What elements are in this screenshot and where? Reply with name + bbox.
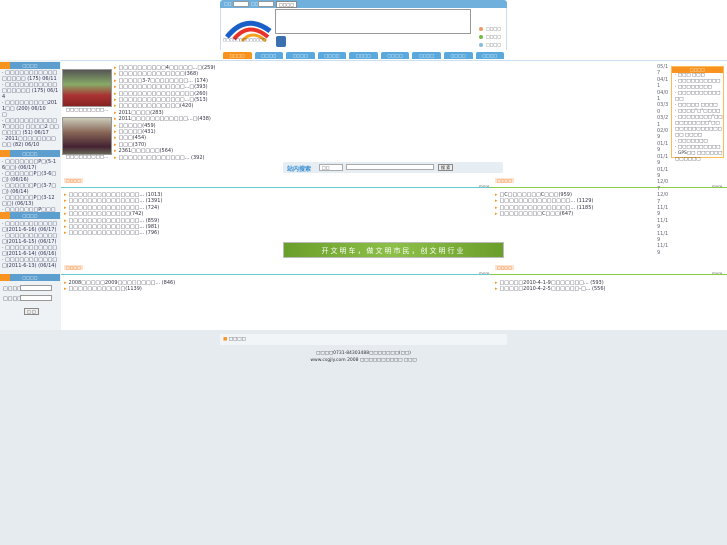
login-button[interactable]: □□□□ (276, 1, 298, 8)
footer-bar: ■ □□□□ (220, 334, 507, 345)
list-item: 03/21 (657, 115, 669, 128)
header-link-1[interactable]: □□□□ (479, 26, 505, 31)
sidebar-user-input[interactable] (20, 285, 52, 291)
divider (61, 274, 490, 275)
search-input[interactable] (346, 164, 434, 170)
list-item[interactable]: · □□□□□□□□□□□□ (672, 91, 723, 103)
divider (61, 187, 490, 188)
section2-right-list: □□□□□2010-4-1-9□□□□□□□... (593)□□□□□2010… (495, 280, 715, 293)
sidebar-box1-title: □□□□ (0, 62, 60, 69)
list-item[interactable]: · □□□□□□□□□□□□(2011-6-13) (06/14) (2, 257, 59, 269)
list-item[interactable]: · 2011□□□□□□□□□□ (82) 06/10 (2, 136, 59, 148)
list-item[interactable]: □□□□□2010-4-2-5□□□□□□-□... (556) (495, 286, 715, 292)
list-item[interactable]: · □□□□□□P□(3-7□□) (06/14) (2, 183, 59, 195)
photo-caption-2[interactable]: □□□□□□□□□... (62, 155, 112, 160)
sidebar-box3-list: · □□□□□□□□□□□□(2011-6-16) (06/17) · □□□□□… (2, 221, 59, 269)
username-label: □□ (224, 1, 232, 6)
sidebar-box3-title: □□□□ (0, 212, 60, 219)
list-item[interactable]: · □□□□□□P□(3-12□□) (06/13) (2, 195, 59, 207)
sidebar-pass-input[interactable] (20, 295, 52, 301)
section2-right-tag[interactable]: □□□□ (495, 265, 515, 270)
password-input[interactable] (258, 1, 274, 7)
footer-bar-label[interactable]: □□□□ (229, 337, 246, 342)
footer-contact: □□□□0731-84303488□□□□□□□(□□) (316, 351, 411, 356)
section1-right-list: □C□□□□□□□C□□□(959)□□□□□□□□□□□□□□□... (11… (495, 192, 715, 218)
list-item[interactable]: · □□□□□□□□□□□□□□□□□ (175) 06/14 (2, 82, 59, 100)
news-photo-1[interactable] (62, 69, 112, 107)
news-photo-2[interactable] (62, 117, 112, 155)
list-item: 04/11 (657, 76, 669, 90)
photo-caption-1[interactable]: □□□□□□□□□... (62, 108, 112, 113)
list-item[interactable]: · □□□□□□□□□□□□□□□□ (175) 06/11 (2, 70, 59, 82)
nav-tab-7[interactable]: □□□□ (412, 52, 441, 59)
nav-tab-4[interactable]: □□□□ (317, 52, 347, 59)
notice-box: □□□□ · □□□ □□□ · □□□□□□□□□□ · □□□□□□□□ · □□… (671, 66, 724, 162)
list-item[interactable]: · □□□□□□□□"□□□□□□□□□□"□□□□□□□□□□□□□□□ □□… (672, 115, 723, 139)
nav-tab-5[interactable]: □□□□ (349, 52, 378, 59)
list-item[interactable]: □□□□□□□□□□□□□□□... (796) (64, 230, 364, 236)
list-item[interactable]: · □□□□□□□□□□□□(2011-6-15) (06/17) (2, 233, 59, 245)
section1-right-tag[interactable]: □□□□ (495, 178, 515, 183)
section2-left-tag[interactable]: □□□□ (64, 265, 84, 270)
list-item[interactable]: □□□□□□□□□□□□(1139) (64, 286, 364, 292)
section2-left-list: 2008□□□□□2009□□□□□□□□... (846)□□□□□□□□□□… (64, 280, 364, 293)
mascot-icon (276, 36, 286, 47)
list-item[interactable]: □□□□□□□□□C□□□(647) (495, 211, 715, 217)
list-item: 11/19 (657, 243, 669, 256)
list-item: 01/19 (657, 140, 669, 154)
header-link-2[interactable]: □□□□ (479, 34, 505, 39)
notice-list: · □□□ □□□ · □□□□□□□□□□ · □□□□□□□□ · □□□□□□□… (672, 73, 723, 163)
sidebar-login-title: □□□□ (0, 274, 60, 281)
nav-tab-1[interactable]: □□□□ (223, 52, 252, 59)
site-search: 站内搜索 □□ 搜 索 (283, 162, 503, 173)
list-item[interactable]: · GPS□□ □□□□□□□□□□□□ (672, 151, 723, 163)
list-item[interactable]: · □□□□□□□□□□□□(2011-6-14) (06/16) (2, 245, 59, 257)
list-item: 11/19 (657, 204, 669, 218)
list-item: 04/01 (657, 89, 669, 103)
sidebar-box2-list: · □□□□□□□P□(5-16□□) (06/17) · □□□□□□P□(3-… (2, 159, 59, 219)
slogan-banner[interactable]: 开文明车，做文明市民，创文明行业 (283, 242, 504, 258)
footer-copyright: www.csgjly.com 2008 □□□□□□□□□□ □□□ (310, 358, 417, 363)
nav-tab-9[interactable]: □□□□ (475, 52, 505, 59)
search-title: 站内搜索 (287, 166, 312, 173)
header-link-3[interactable]: □□□□ (479, 42, 505, 47)
list-item: 03/30 (657, 102, 669, 115)
list-item[interactable]: · □□□□□□□P□(5-16□□) (06/17) (2, 159, 59, 171)
list-item: 11/19 (657, 217, 669, 231)
section1-left-list: □□□□□□□□□□□□□□□... (1013)□□□□□□□□□□□□□□□… (64, 192, 364, 237)
top-news-list: □□□□□□□□□□4□□□□□...□(259)□□□□□□□□□□□□□□(… (114, 65, 314, 161)
list-item: 12/07 (657, 192, 669, 205)
list-item: 05/17 (657, 64, 669, 77)
list-item: 11/19 (657, 230, 669, 243)
list-item: 01/19 (657, 166, 669, 179)
list-item: 12/07 (657, 179, 669, 192)
list-item[interactable]: · □□□□□□□□□□□□(2011-6-16) (06/17) (2, 221, 59, 233)
list-item[interactable]: · □□□□□□□□□2011□□ (200) 06/10 (2, 100, 59, 112)
sidebar-login-button[interactable]: □ □ (24, 308, 39, 315)
divider (490, 274, 727, 275)
main-nav: □□□□ □□□□ □□□□ □□□□ □□□□ □□□□ □□□□ □□□□ … (220, 50, 507, 59)
section1-left-tag[interactable]: □□□□ (64, 178, 84, 183)
nav-tab-6[interactable]: □□□□ (380, 52, 410, 59)
list-item[interactable]: · □□□□□□P□(3-6□□) (06/16) (2, 171, 59, 183)
list-item[interactable]: □□□□□□□□□□□□□□... (392) (114, 155, 314, 161)
main-content: □□□□□□□□□... □□□□□□□□□... □□□□□□□□□□4□□□… (61, 60, 727, 330)
sidebar: □□□□ · □□□□□□□□□□□□□□□□ (175) 06/11 · □□□… (0, 60, 61, 330)
list-item: 01/19 (657, 153, 669, 167)
divider (490, 187, 727, 188)
list-item[interactable]: · □□□□□□□□□□□7□□□□ □□□□2 □□□□□□ (51) 06/… (2, 118, 59, 136)
header-banner (275, 9, 471, 34)
sidebar-box2-title: □□□□ (0, 150, 60, 157)
sidebar-box1-list: · □□□□□□□□□□□□□□□□ (175) 06/11 · □□□□□□□□… (2, 70, 59, 148)
top-login-bar: □□ □□ □□□□ (220, 0, 507, 8)
list-item: 02/09 (657, 128, 669, 141)
username-input[interactable] (233, 1, 249, 7)
logo-text: □□□□□□□□□□□□□ (223, 38, 266, 42)
search-button[interactable]: 搜 索 (438, 164, 454, 171)
nav-tab-2[interactable]: □□□□ (254, 52, 284, 59)
search-category-select[interactable]: □□ (319, 164, 343, 171)
news-dates: 05/17 04/11 04/01 03/30 03/21 02/09 01/19 01/19… (657, 64, 671, 256)
nav-tab-3[interactable]: □□□□ (286, 52, 315, 59)
nav-tab-8[interactable]: □□□□ (443, 52, 473, 59)
